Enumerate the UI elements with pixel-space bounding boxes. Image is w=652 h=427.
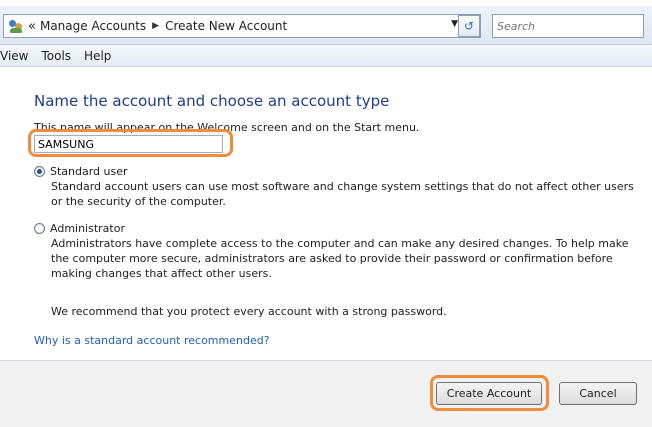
breadcrumb-create-new-account[interactable]: Create New Account	[165, 19, 287, 33]
user-accounts-icon	[8, 18, 24, 34]
administrator-label[interactable]: Administrator	[50, 222, 125, 235]
page-title: Name the account and choose an account t…	[34, 92, 390, 110]
standard-user-option[interactable]: Standard user	[34, 165, 128, 178]
chevron-down-icon[interactable]: ▼	[451, 19, 458, 29]
menu-tools[interactable]: Tools	[35, 49, 78, 63]
name-description: This name will appear on the Welcome scr…	[34, 121, 420, 134]
menu-help[interactable]: Help	[78, 49, 118, 63]
breadcrumb-manage-accounts[interactable]: Manage Accounts	[40, 19, 146, 33]
account-name-field[interactable]	[34, 135, 223, 153]
breadcrumb-overflow-icon[interactable]: «	[28, 19, 36, 34]
refresh-button[interactable]: ↺	[458, 15, 480, 37]
button-footer: Create Account Cancel	[0, 360, 652, 427]
standard-user-label[interactable]: Standard user	[50, 165, 128, 178]
standard-user-description: Standard account users can use most soft…	[51, 180, 634, 208]
chevron-right-icon[interactable]: ▶	[152, 21, 159, 31]
administrator-option[interactable]: Administrator	[34, 222, 125, 235]
refresh-icon: ↺	[463, 19, 475, 33]
administrator-description: Administrators have complete access to t…	[51, 237, 629, 280]
address-bar: « Manage Accounts ▶ Create New Account ▼…	[0, 6, 652, 45]
menu-view[interactable]: View	[0, 49, 35, 63]
breadcrumb-bar[interactable]: « Manage Accounts ▶ Create New Account ▼	[3, 14, 481, 38]
main-content: Name the account and choose an account t…	[0, 66, 652, 360]
create-account-window: « Manage Accounts ▶ Create New Account ▼…	[0, 0, 652, 427]
create-account-button[interactable]: Create Account	[436, 382, 542, 405]
menu-bar: View Tools Help	[0, 45, 652, 67]
administrator-radio[interactable]	[34, 223, 45, 234]
search-input[interactable]	[497, 16, 637, 37]
search-box[interactable]	[492, 14, 644, 38]
cancel-button[interactable]: Cancel	[559, 382, 637, 405]
why-standard-account-link[interactable]: Why is a standard account recommended?	[34, 334, 270, 347]
password-recommendation: We recommend that you protect every acco…	[51, 305, 447, 318]
standard-user-radio[interactable]	[34, 166, 45, 177]
